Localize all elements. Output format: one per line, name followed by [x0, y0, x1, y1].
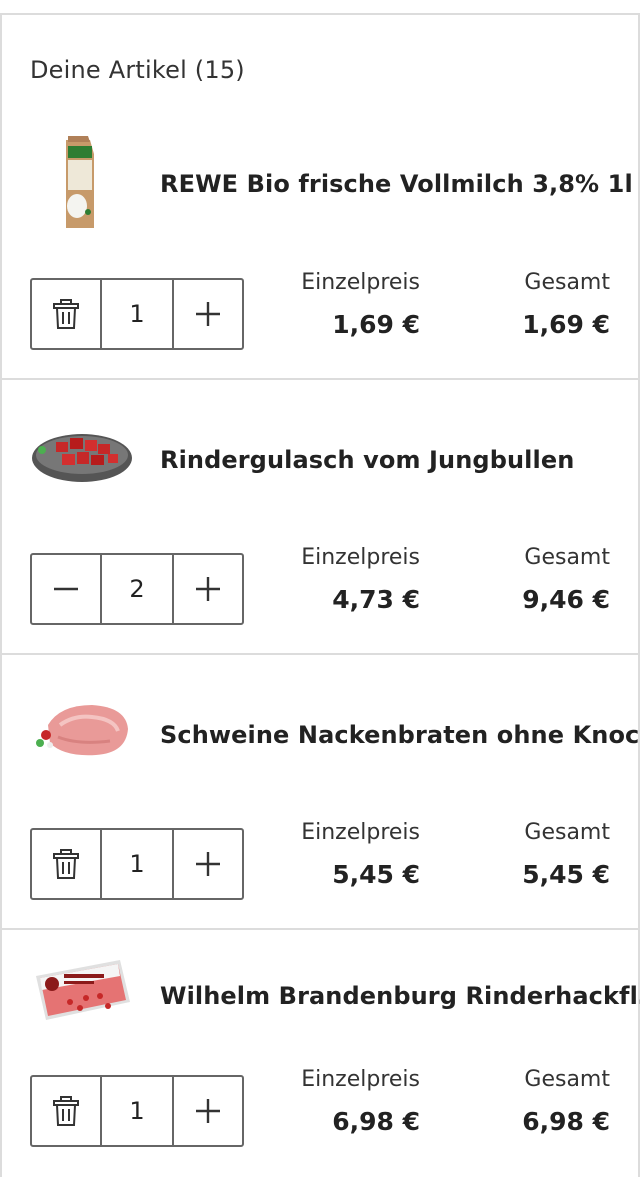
- product-name[interactable]: REWE Bio frische Vollmilch 3,8% 1l: [160, 170, 633, 198]
- increase-quantity-button[interactable]: [174, 830, 242, 898]
- trash-icon: [53, 299, 79, 329]
- cart-item: Schweine Nackenbraten ohne Knoc… 1 Einze…: [2, 655, 640, 930]
- plus-icon: [196, 852, 220, 876]
- product-image-pork-roast[interactable]: [30, 685, 134, 785]
- increase-quantity-button[interactable]: [174, 280, 242, 348]
- quantity-value[interactable]: 1: [102, 1077, 174, 1145]
- increase-quantity-button[interactable]: [174, 555, 242, 623]
- total-value: 6,98 €: [522, 1107, 610, 1136]
- quantity-value[interactable]: 1: [102, 280, 174, 348]
- total-label: Gesamt: [524, 820, 610, 845]
- product-name[interactable]: Rindergulasch vom Jungbullen: [160, 446, 574, 474]
- product-image-milk[interactable]: [30, 132, 134, 232]
- total-value: 5,45 €: [522, 860, 610, 889]
- unit-price-value: 5,45 €: [332, 860, 420, 889]
- cart-item: REWE Bio frische Vollmilch 3,8% 1l 1 Ein…: [2, 110, 638, 380]
- remove-item-button[interactable]: [32, 280, 102, 348]
- trash-icon: [53, 1096, 79, 1126]
- unit-price-label: Einzelpreis: [301, 1067, 420, 1092]
- quantity-stepper: 2: [30, 553, 244, 625]
- total-label: Gesamt: [524, 1067, 610, 1092]
- quantity-value[interactable]: 1: [102, 830, 174, 898]
- cart-item: Wilhelm Brandenburg Rinderhackfl… 1 Einz…: [2, 930, 640, 1177]
- total-value: 9,46 €: [522, 585, 610, 614]
- unit-price-label: Einzelpreis: [301, 545, 420, 570]
- product-name[interactable]: Schweine Nackenbraten ohne Knoc…: [160, 721, 640, 749]
- product-image-goulash[interactable]: [30, 408, 134, 508]
- quantity-value[interactable]: 2: [102, 555, 174, 623]
- quantity-stepper: 1: [30, 278, 244, 350]
- plus-icon: [196, 1099, 220, 1123]
- plus-icon: [196, 302, 220, 326]
- unit-price-label: Einzelpreis: [301, 820, 420, 845]
- minus-icon: [54, 587, 78, 591]
- decrease-quantity-button[interactable]: [32, 555, 102, 623]
- unit-price-label: Einzelpreis: [301, 270, 420, 295]
- total-value: 1,69 €: [522, 310, 610, 339]
- quantity-stepper: 1: [30, 828, 244, 900]
- total-label: Gesamt: [524, 545, 610, 570]
- total-label: Gesamt: [524, 270, 610, 295]
- increase-quantity-button[interactable]: [174, 1077, 242, 1145]
- unit-price-value: 1,69 €: [332, 310, 420, 339]
- trash-icon: [53, 849, 79, 879]
- unit-price-value: 6,98 €: [332, 1107, 420, 1136]
- quantity-stepper: 1: [30, 1075, 244, 1147]
- product-image-minced-beef[interactable]: [30, 946, 134, 1046]
- remove-item-button[interactable]: [32, 830, 102, 898]
- unit-price-value: 4,73 €: [332, 585, 420, 614]
- product-name[interactable]: Wilhelm Brandenburg Rinderhackfl…: [160, 982, 640, 1010]
- cart-item: Rindergulasch vom Jungbullen 2 Einzelpre…: [2, 380, 638, 655]
- remove-item-button[interactable]: [32, 1077, 102, 1145]
- cart-heading: Deine Artikel (15): [30, 56, 245, 84]
- plus-icon: [196, 577, 220, 601]
